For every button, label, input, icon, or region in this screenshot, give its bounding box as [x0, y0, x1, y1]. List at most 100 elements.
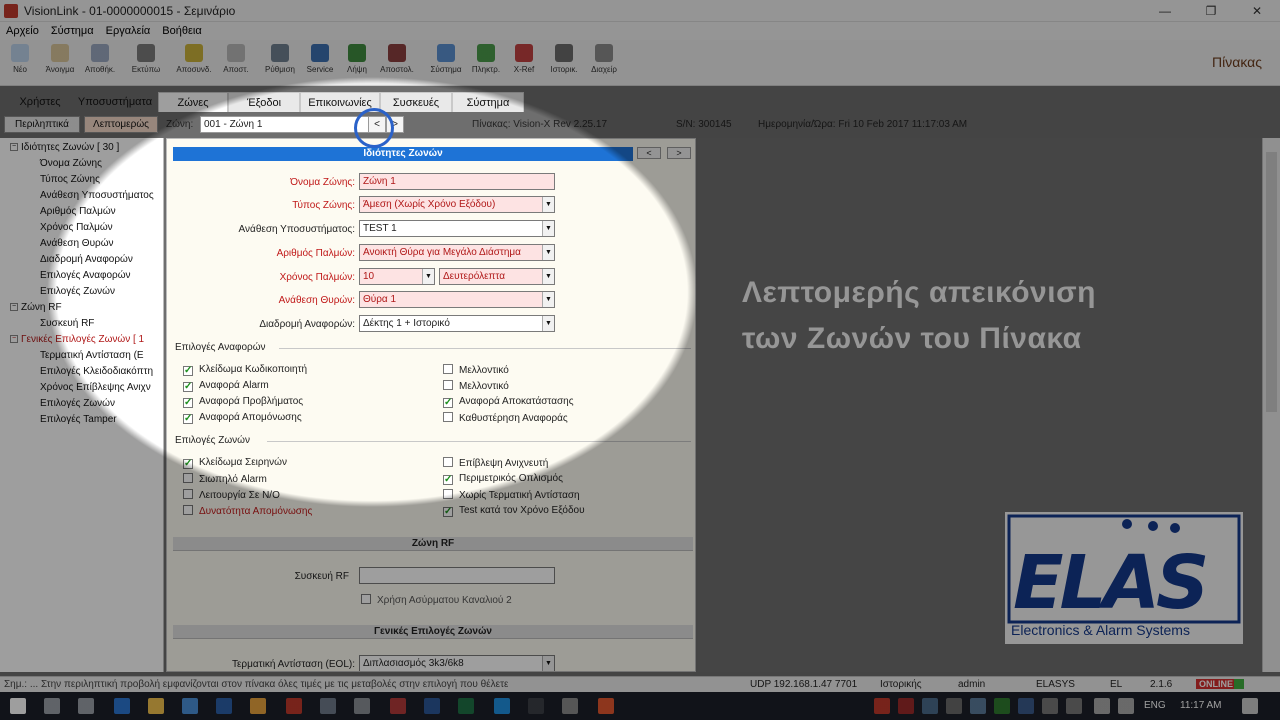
- opt-report-trouble[interactable]: ✓ Αναφορά Προβλήματος: [183, 396, 303, 408]
- tb-open-button[interactable]: Άνοιγμα: [40, 42, 80, 82]
- taskbar-clock[interactable]: 11:17 AM: [1180, 700, 1222, 711]
- tab-zones[interactable]: Ζώνες: [158, 92, 228, 112]
- close-button[interactable]: ✕: [1234, 0, 1280, 22]
- checkbox[interactable]: [361, 594, 371, 604]
- checkbox[interactable]: [443, 412, 453, 422]
- notifications-icon[interactable]: [1242, 698, 1258, 714]
- opt-no-eol[interactable]: Χωρίς Τερματική Αντίσταση: [443, 489, 580, 501]
- tb-save-button[interactable]: Αποθήκ.: [80, 42, 120, 82]
- task-view-icon[interactable]: [78, 698, 94, 714]
- collapse-icon[interactable]: −: [10, 335, 18, 344]
- checkbox[interactable]: ✓: [443, 507, 453, 517]
- tab-partitions[interactable]: Υποσυστήματα: [74, 92, 156, 112]
- tab-devices[interactable]: Συσκευές: [380, 92, 452, 112]
- opt-siren-lock[interactable]: ✓ Κλείδωμα Σειρηνών: [183, 457, 287, 469]
- opt-silent-alarm[interactable]: Σιωπηλό Alarm: [183, 473, 267, 485]
- tb-print-button[interactable]: Εκτύπω: [126, 42, 166, 82]
- vertical-scrollbar[interactable]: [1262, 138, 1280, 672]
- section-prev-button[interactable]: <: [637, 147, 661, 159]
- tb-download-button[interactable]: Λήψη: [337, 42, 377, 82]
- checkbox[interactable]: ✓: [443, 475, 453, 485]
- tree-item[interactable]: Όνομα Ζώνης: [40, 158, 102, 169]
- opt-future-2[interactable]: Μελλοντικό: [443, 380, 509, 392]
- tree-item[interactable]: Επιλογές Αναφορών: [40, 270, 131, 281]
- tree-item[interactable]: Επιλογές Κλειδοδιακόπτη: [40, 366, 153, 377]
- tray-icon[interactable]: [922, 698, 938, 714]
- tb-manage-button[interactable]: Διαχείρ: [584, 42, 624, 82]
- checkbox[interactable]: ✓: [183, 398, 193, 408]
- scrollbar-thumb[interactable]: [1266, 152, 1277, 412]
- opt-report-delay[interactable]: Καθυστέρηση Αναφοράς: [443, 412, 568, 424]
- pulse-time-select[interactable]: 10 ▼: [359, 268, 435, 285]
- tree-item[interactable]: Ανάθεση Υποσυστήματος: [40, 190, 154, 201]
- tree-item[interactable]: Αριθμός Παλμών: [40, 206, 116, 217]
- opt-report-restore[interactable]: ✓ Αναφορά Αποκατάστασης: [443, 396, 574, 408]
- menu-file[interactable]: Αρχείο: [0, 25, 45, 37]
- excel-icon[interactable]: [458, 698, 474, 714]
- tree-item[interactable]: Επιλογές Ζωνών: [40, 286, 115, 297]
- view-detail-button[interactable]: Λεπτομερώς: [84, 116, 158, 133]
- tray-icon[interactable]: [1042, 698, 1058, 714]
- menu-help[interactable]: Βοήθεια: [156, 25, 207, 37]
- volume-icon[interactable]: [1118, 698, 1134, 714]
- search-icon[interactable]: [44, 698, 60, 714]
- section-next-button[interactable]: >: [667, 147, 691, 159]
- tb-settings-button[interactable]: Ρύθμιση: [260, 42, 300, 82]
- checkbox[interactable]: ✓: [183, 459, 193, 469]
- checkbox[interactable]: ✓: [183, 382, 193, 392]
- tree-item[interactable]: Συσκευή RF: [40, 318, 94, 329]
- ie-icon[interactable]: [494, 698, 510, 714]
- partition-select[interactable]: TEST 1 ▼: [359, 220, 555, 237]
- eol-select[interactable]: Διπλασιασμός 3k3/6k8 ▼: [359, 655, 555, 671]
- minimize-button[interactable]: —: [1142, 0, 1188, 22]
- opt-report-bypass[interactable]: ✓ Αναφορά Απομόνωσης: [183, 412, 302, 424]
- tray-icon[interactable]: [874, 698, 890, 714]
- input-language[interactable]: ENG: [1144, 700, 1166, 711]
- tab-outputs[interactable]: Έξοδοι: [228, 92, 300, 112]
- tree-item[interactable]: Επιλογές Ζωνών: [40, 398, 115, 409]
- opt-bypassable[interactable]: Δυνατότητα Απομόνωσης: [183, 505, 312, 517]
- tb-xref-button[interactable]: X-Ref: [504, 42, 544, 82]
- tb-send-button[interactable]: Αποστ.: [216, 42, 256, 82]
- zone-select[interactable]: 001 - Ζώνη 1: [200, 116, 370, 133]
- tb-upload-button[interactable]: Αποστολ.: [377, 42, 417, 82]
- tree-group-rf-zone[interactable]: − Ζώνη RF: [10, 302, 62, 313]
- tray-icon[interactable]: [1018, 698, 1034, 714]
- tab-users[interactable]: Χρήστες: [10, 92, 70, 112]
- tb-history-button[interactable]: Ιστορικ.: [544, 42, 584, 82]
- maximize-button[interactable]: ❐: [1188, 0, 1234, 22]
- checkbox[interactable]: ✓: [183, 414, 193, 424]
- tb-disconnect-button[interactable]: Αποσυνδ.: [174, 42, 214, 82]
- opt-test-exit-time[interactable]: ✓ Test κατά τον Χρόνο Εξόδου: [443, 505, 585, 517]
- tray-icon[interactable]: [898, 698, 914, 714]
- chrome-icon[interactable]: [598, 698, 614, 714]
- tray-icon[interactable]: [970, 698, 986, 714]
- checkbox[interactable]: [443, 380, 453, 390]
- tree-item[interactable]: Χρόνος Παλμών: [40, 222, 113, 233]
- file-explorer-icon[interactable]: [148, 698, 164, 714]
- app-icon[interactable]: [250, 698, 266, 714]
- tab-system[interactable]: Σύστημα: [452, 92, 524, 112]
- checkbox[interactable]: [183, 489, 193, 499]
- pulse-time-unit-select[interactable]: Δευτερόλεπτα ▼: [439, 268, 555, 285]
- tb-keypad-button[interactable]: Πληκτρ.: [466, 42, 506, 82]
- doors-select[interactable]: Θύρα 1 ▼: [359, 291, 555, 308]
- tb-system-button[interactable]: Σύστημα: [426, 42, 466, 82]
- checkbox[interactable]: [443, 457, 453, 467]
- zone-name-input[interactable]: Ζώνη 1: [359, 173, 555, 190]
- tray-icon[interactable]: [946, 698, 962, 714]
- pulses-select[interactable]: Ανοικτή Θύρα για Μεγάλο Διάστημα ▼: [359, 244, 555, 261]
- tree-item[interactable]: Τερματική Αντίσταση (E: [40, 350, 144, 361]
- opt-report-alarm[interactable]: ✓ Αναφορά Alarm: [183, 380, 269, 392]
- opt-rf-channel-2[interactable]: Χρήση Ασύρματου Καναλιού 2: [361, 594, 512, 606]
- tb-service-button[interactable]: Service: [300, 42, 340, 82]
- collapse-icon[interactable]: −: [10, 143, 18, 152]
- checkbox[interactable]: [183, 505, 193, 515]
- tree-item[interactable]: Χρόνος Επίβλεψης Ανιχν: [40, 382, 151, 393]
- menu-system[interactable]: Σύστημα: [45, 25, 100, 37]
- network-icon[interactable]: [1094, 698, 1110, 714]
- tree-group-general-options[interactable]: − Γενικές Επιλογές Ζωνών [ 1: [10, 334, 144, 345]
- zone-type-select[interactable]: Άμεση (Χωρίς Χρόνο Εξόδου) ▼: [359, 196, 555, 213]
- word-icon[interactable]: [424, 698, 440, 714]
- outlook-icon[interactable]: [216, 698, 232, 714]
